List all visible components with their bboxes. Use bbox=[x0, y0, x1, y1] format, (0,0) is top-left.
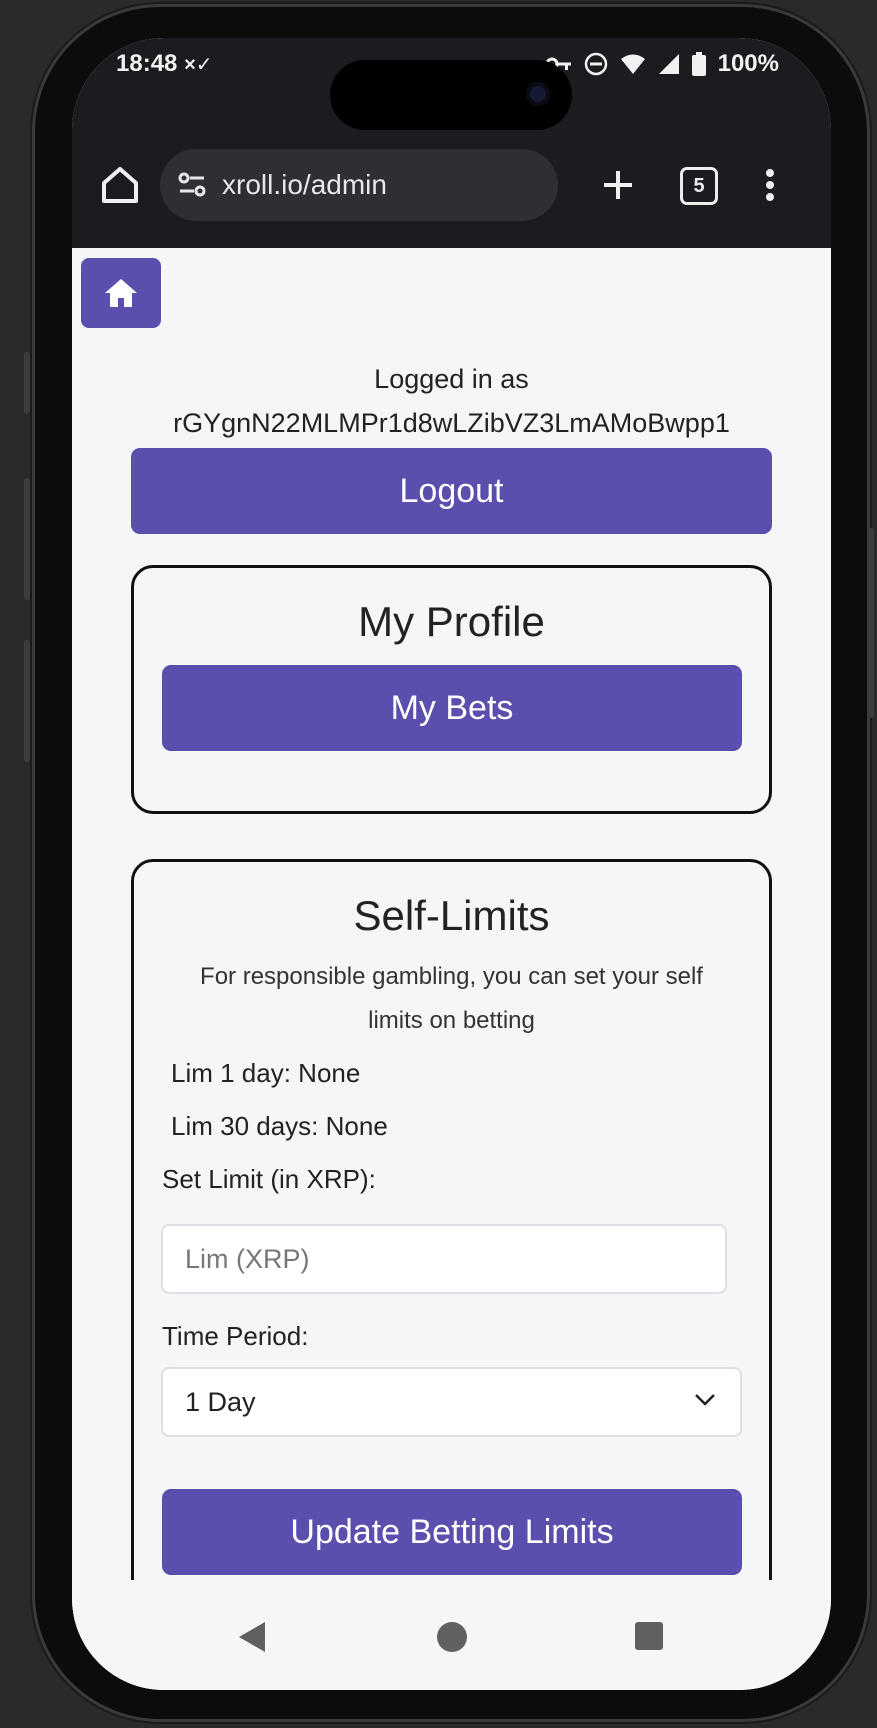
browser-toolbar: xroll.io/admin 5 bbox=[72, 123, 831, 248]
url-text: xroll.io/admin bbox=[222, 169, 387, 200]
site-settings-icon[interactable] bbox=[174, 167, 210, 203]
description-line-1: For responsible gambling, you can set yo… bbox=[200, 963, 703, 990]
tab-switcher-button[interactable]: 5 bbox=[680, 167, 718, 205]
volume-up-button bbox=[24, 352, 30, 414]
signal-icon bbox=[658, 54, 679, 74]
profile-card: My Profile My Bets bbox=[131, 565, 772, 814]
status-time-text: 18:48 bbox=[116, 50, 178, 77]
front-camera-icon bbox=[526, 82, 550, 106]
home-icon bbox=[105, 279, 137, 307]
home-circle-icon[interactable] bbox=[436, 1621, 468, 1653]
phone-screen: 18:48 ×✓ 100% xroll.io/admin 5 Logged in… bbox=[72, 38, 831, 1690]
time-period-select[interactable]: 1 Day bbox=[161, 1367, 742, 1437]
browser-home-icon[interactable] bbox=[94, 159, 146, 211]
my-bets-button[interactable]: My Bets bbox=[162, 665, 742, 751]
new-tab-icon[interactable] bbox=[592, 159, 644, 211]
status-time: 18:48 ×✓ bbox=[116, 50, 213, 78]
chevron-down-icon bbox=[695, 1394, 715, 1406]
limit-input[interactable]: Lim (XRP) bbox=[161, 1224, 727, 1294]
time-period-value: 1 Day bbox=[185, 1386, 256, 1417]
update-limits-label: Update Betting Limits bbox=[290, 1512, 614, 1551]
missed-call-icon: ×✓ bbox=[184, 54, 213, 76]
profile-title: My Profile bbox=[358, 598, 545, 645]
time-period-label: Time Period: bbox=[162, 1321, 309, 1351]
self-limits-description: For responsible gambling, you can set yo… bbox=[144, 955, 759, 1043]
limit-30-days: Lim 30 days: None bbox=[171, 1111, 388, 1141]
more-menu-icon[interactable] bbox=[752, 159, 788, 211]
self-limits-title: Self-Limits bbox=[353, 892, 550, 939]
logged-in-label: Logged in as bbox=[374, 364, 529, 394]
battery-icon bbox=[691, 52, 706, 76]
battery-percent: 100% bbox=[717, 50, 779, 77]
system-nav-bar bbox=[72, 1580, 831, 1690]
self-limits-card: Self-Limits For responsible gambling, yo… bbox=[131, 859, 772, 1637]
power-button bbox=[868, 528, 874, 718]
camera-island bbox=[330, 60, 572, 130]
back-icon[interactable] bbox=[237, 1620, 267, 1654]
volume-down-button-2 bbox=[24, 640, 30, 762]
do-not-disturb-icon bbox=[584, 52, 607, 76]
address-bar[interactable]: xroll.io/admin bbox=[160, 149, 558, 221]
logout-label: Logout bbox=[399, 471, 504, 510]
status-icons: 100% bbox=[545, 50, 779, 78]
update-limits-button[interactable]: Update Betting Limits bbox=[162, 1489, 742, 1575]
limit-input-placeholder: Lim (XRP) bbox=[185, 1243, 310, 1274]
account-address: rGYgnN22MLMPr1d8wLZibVZ3LmAMoBwpp1 bbox=[173, 408, 730, 438]
wifi-icon bbox=[620, 54, 645, 74]
description-line-2: limits on betting bbox=[368, 1007, 535, 1034]
page-content: Logged in as rGYgnN22MLMPr1d8wLZibVZ3LmA… bbox=[72, 248, 831, 1690]
volume-down-button bbox=[24, 478, 30, 600]
my-bets-label: My Bets bbox=[390, 688, 514, 727]
recents-icon[interactable] bbox=[635, 1622, 663, 1650]
home-button[interactable] bbox=[81, 258, 161, 328]
limit-1-day: Lim 1 day: None bbox=[171, 1058, 361, 1088]
logout-button[interactable]: Logout bbox=[131, 448, 772, 534]
set-limit-label: Set Limit (in XRP): bbox=[162, 1164, 376, 1194]
